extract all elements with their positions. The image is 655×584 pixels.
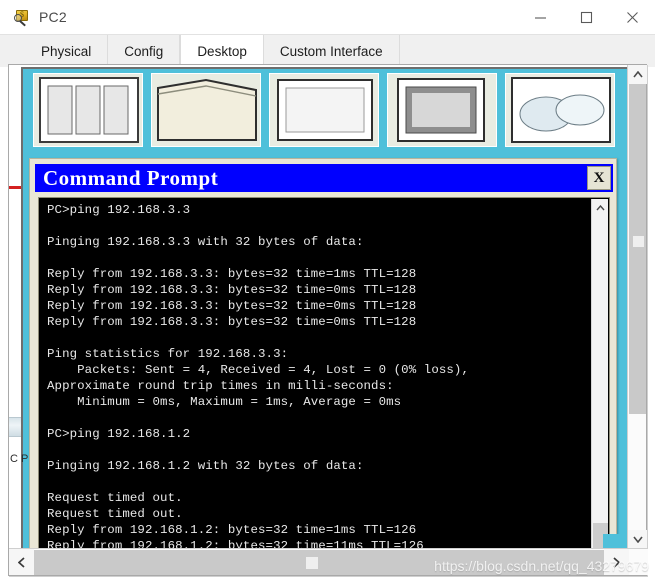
red-marker	[9, 186, 21, 189]
close-icon[interactable]	[609, 0, 655, 34]
desktop-horizontal-scrollbar-thumb[interactable]	[34, 550, 604, 575]
desktop-vertical-scrollbar[interactable]	[627, 65, 647, 549]
command-prompt-titlebar[interactable]: Command Prompt X	[35, 164, 613, 192]
packet-tracer-icon	[14, 9, 31, 26]
application-root: PC2 Physical Config Desktop Custom Inter…	[0, 0, 655, 584]
desktop-icon-3[interactable]	[269, 73, 379, 147]
left-edge-shelf	[9, 417, 21, 437]
desktop-scroll-up-icon[interactable]	[628, 65, 647, 84]
desktop-icon-2[interactable]	[151, 73, 261, 147]
desktop-panel: C P Command Prompt X PC>ping 192.168.3.3…	[8, 64, 648, 576]
command-prompt-title: Command Prompt	[43, 165, 219, 190]
desktop-icon-5[interactable]	[505, 73, 615, 147]
maximize-icon[interactable]	[563, 0, 609, 34]
desktop-corner-fill	[603, 534, 627, 548]
desktop-scroll-down-icon[interactable]	[628, 530, 647, 549]
desktop-vertical-scrollbar-thumb[interactable]	[629, 84, 646, 414]
command-prompt-window: Command Prompt X PC>ping 192.168.3.3 Pin…	[29, 158, 617, 549]
desktop-scroll-left-icon[interactable]	[9, 549, 34, 575]
desktop-horizontal-scrollbar[interactable]	[9, 548, 648, 575]
desktop-icon-1[interactable]	[33, 73, 143, 147]
terminal-scrollbar[interactable]	[591, 199, 608, 549]
window-title: PC2	[39, 9, 67, 25]
window-titlebar: PC2	[0, 0, 655, 34]
terminal-scroll-up-icon[interactable]	[592, 199, 609, 216]
desktop-icon-4[interactable]	[387, 73, 497, 147]
desktop-canvas: C P Command Prompt X PC>ping 192.168.3.3…	[9, 65, 629, 549]
window-controls	[517, 0, 655, 34]
terminal-output-area[interactable]: PC>ping 192.168.3.3 Pinging 192.168.3.3 …	[38, 197, 610, 549]
terminal-output-text: PC>ping 192.168.3.3 Pinging 192.168.3.3 …	[47, 203, 469, 549]
side-label-text: C P	[10, 453, 29, 465]
minimize-icon[interactable]	[517, 0, 563, 34]
command-prompt-close-button[interactable]: X	[587, 166, 611, 190]
desktop-scroll-right-icon[interactable]	[604, 549, 629, 575]
tab-strip: Physical Config Desktop Custom Interface	[0, 34, 655, 68]
